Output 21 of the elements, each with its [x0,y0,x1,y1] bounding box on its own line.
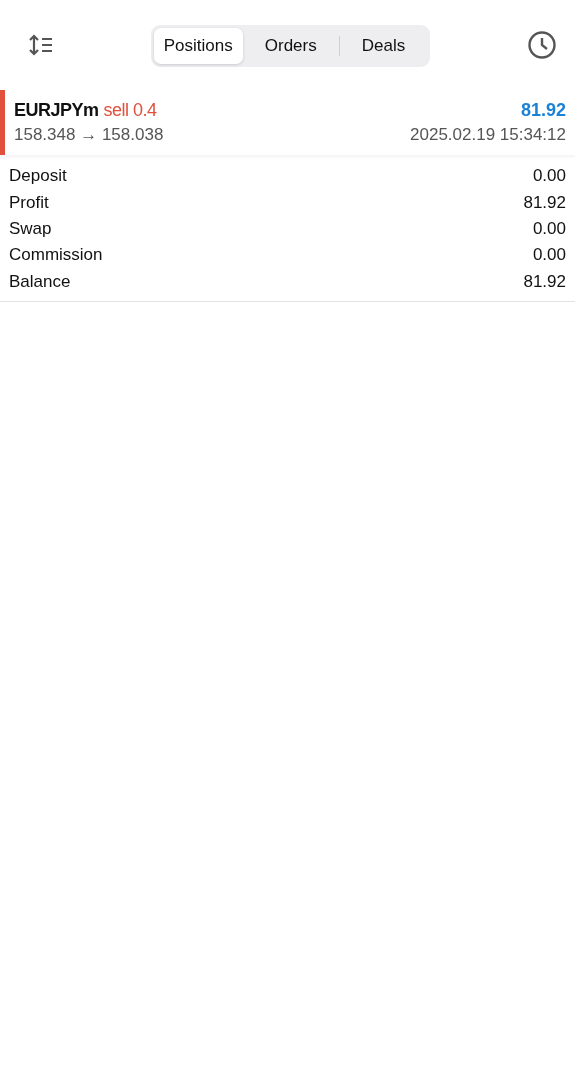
summary-label: Balance [9,271,71,292]
summary-value: 0.00 [532,218,566,239]
summary-label: Swap [9,218,52,239]
position-row[interactable]: EURJPYm sell 0.4 81.92 158.348 → 158.038 2025.02.19 15:34:12 [0,90,575,155]
symbol: EURJPYm [14,100,99,120]
timestamp: 2025.02.19 15:34:12 [410,125,566,145]
tab[interactable]: Orders [242,28,339,64]
order-type: sell 0.4 [103,100,157,120]
profit: 81.92 [520,100,566,121]
summary-value: 0.00 [532,166,566,187]
tab[interactable]: Deals [339,28,428,64]
sort-icon[interactable] [28,34,54,56]
summary-label: Profit [9,192,49,213]
summary-value: 81.92 [523,271,566,292]
summary-label: Commission [9,245,103,266]
summary-value: 0.00 [532,245,566,266]
summary-value: 81.92 [523,192,566,213]
clock-icon[interactable] [527,30,557,60]
tab[interactable]: Positions [153,28,243,64]
summary-label: Deposit [9,166,67,187]
price-range: 158.348 → 158.038 [14,125,164,145]
